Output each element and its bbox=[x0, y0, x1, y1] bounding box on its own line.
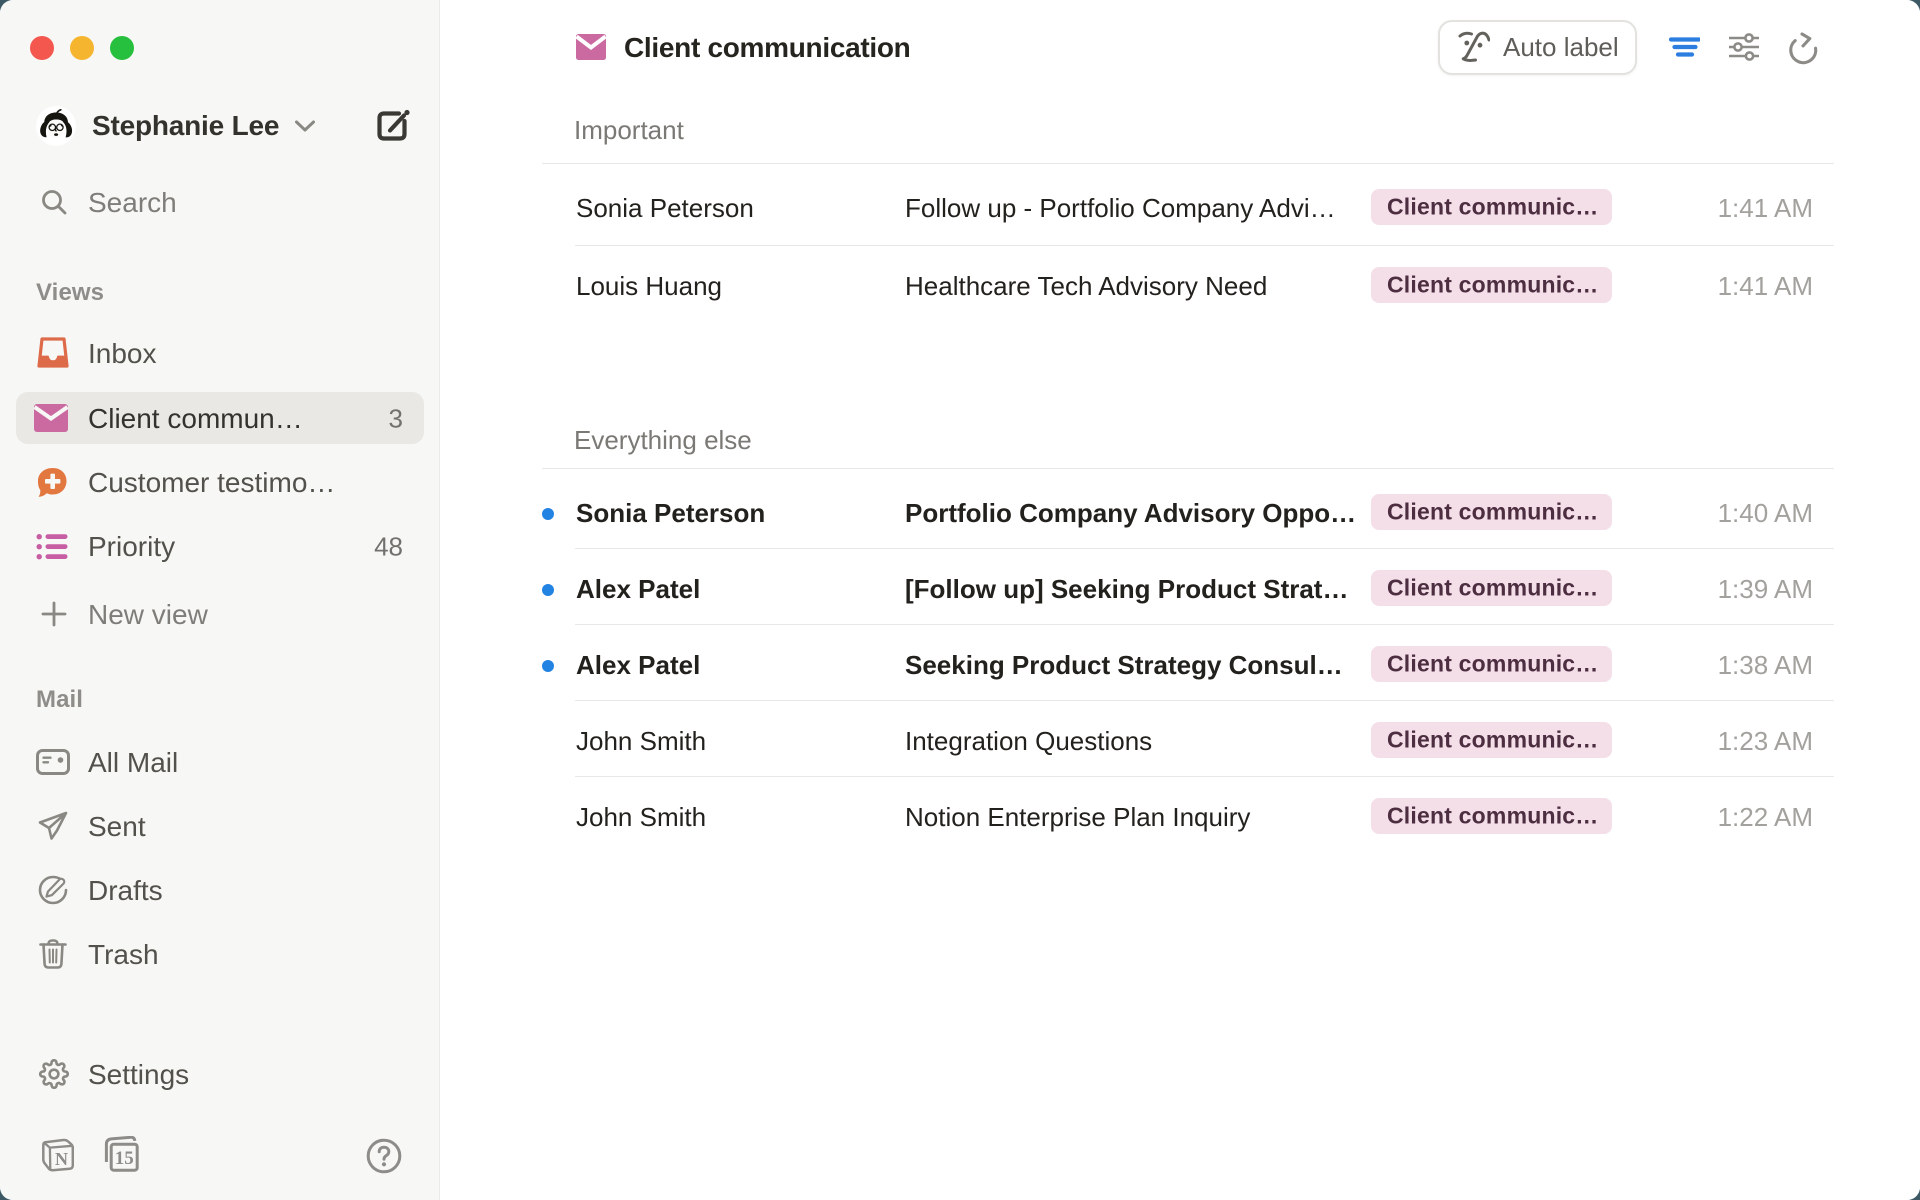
svg-text:N: N bbox=[55, 1149, 68, 1169]
svg-text:15: 15 bbox=[115, 1148, 134, 1169]
